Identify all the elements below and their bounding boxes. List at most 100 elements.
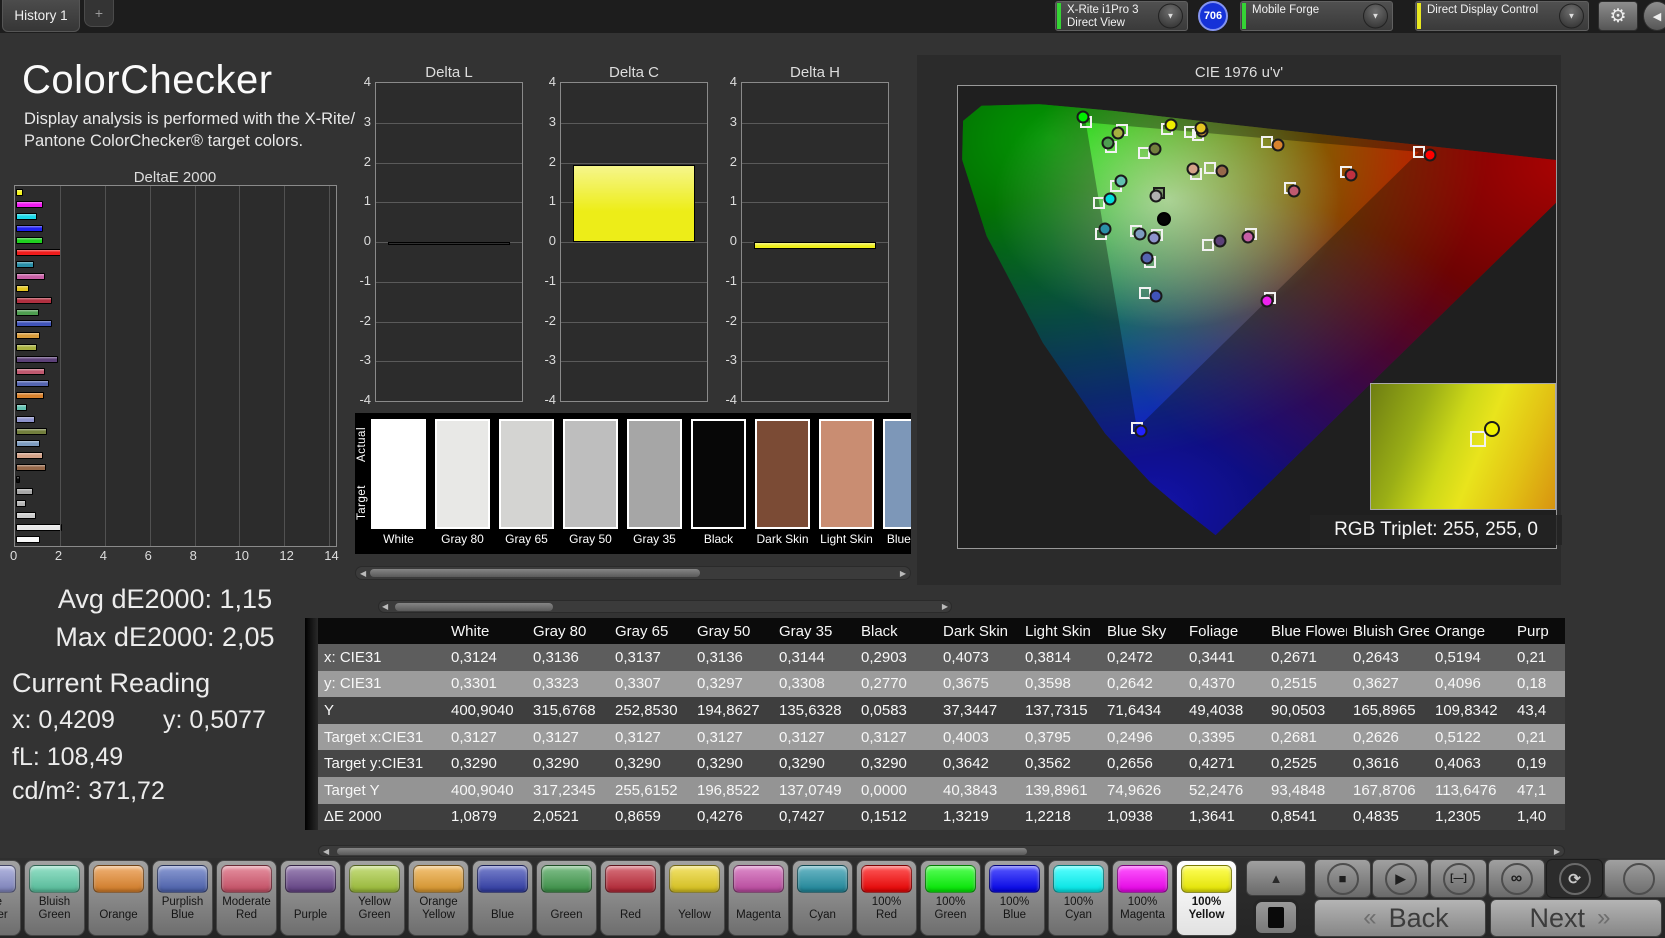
table-cell: 74,9626	[1107, 781, 1162, 799]
scroll-right-icon[interactable]: ▶	[942, 601, 948, 613]
pattern-button-yellow-green[interactable]: Yellow Green	[344, 860, 405, 936]
max-de2000: Max dE2000: 2,05	[55, 622, 275, 652]
meter-dropdown[interactable]: X-Rite i1Pro 3 Direct View ▼	[1055, 1, 1188, 31]
table-cell: 0,4073	[943, 648, 989, 666]
reading-count-badge[interactable]: 706	[1198, 1, 1228, 31]
pattern-button-100--magenta[interactable]: 100% Magenta	[1112, 860, 1173, 936]
table-column-header: White	[451, 622, 490, 640]
deltae-bar	[16, 200, 44, 208]
source-dropdown[interactable]: Mobile Forge ▼	[1240, 1, 1393, 31]
delta-y-tick: 1	[729, 193, 737, 209]
chevron-down-icon[interactable]: ▼	[1363, 3, 1388, 29]
pattern-button-blue-flower[interactable]: BlueFlower	[0, 860, 21, 936]
pattern-button-bluish-green[interactable]: Bluish Green	[24, 860, 85, 936]
pattern-color-chip	[669, 865, 720, 893]
stop-button[interactable]: ■	[1314, 859, 1371, 898]
table-cell: 0,4003	[943, 728, 989, 746]
table-column-header: Gray 65	[615, 622, 669, 640]
pattern-color-chip	[157, 865, 208, 893]
table-bottom-scroll-thumb[interactable]	[337, 848, 1027, 855]
table-column-header: Dark Skin	[943, 622, 1009, 640]
pattern-button-orange-yellow[interactable]: Orange Yellow	[408, 860, 469, 936]
pattern-color-chip	[605, 865, 656, 893]
new-tab-button[interactable]: +	[84, 0, 114, 27]
cie-measured-circle	[1215, 164, 1229, 178]
delta-gridline	[376, 321, 522, 323]
delta-y-tick: 4	[363, 74, 371, 89]
deltae-gridline	[194, 186, 196, 546]
top-bar: History 1 + X-Rite i1Pro 3 Direct View ▼…	[0, 0, 1665, 33]
scroll-right-icon[interactable]: ▶	[900, 567, 906, 580]
chevron-down-icon[interactable]: ▼	[1559, 3, 1584, 29]
continuous-read-button[interactable]: ∞	[1488, 859, 1545, 898]
swatch-label: Gray 35	[633, 532, 676, 546]
display-pattern-window-button[interactable]	[1253, 899, 1299, 936]
pattern-button-purplish-blue[interactable]: Purplish Blue	[152, 860, 213, 936]
cie-measured-circle	[1149, 189, 1163, 203]
delta-y-tick: -3	[544, 352, 556, 368]
pattern-button-100--red[interactable]: 100% Red	[856, 860, 917, 936]
scroll-left-icon[interactable]: ◀	[323, 846, 329, 857]
table-cell: 113,6476	[1435, 781, 1497, 799]
delta-value-bar	[572, 165, 696, 242]
pattern-button-100--cyan[interactable]: 100% Cyan	[1048, 860, 1109, 936]
pattern-button-blue[interactable]: Blue	[472, 860, 533, 936]
pattern-button-moderate-red[interactable]: Moderate Red	[216, 860, 277, 936]
swatch-color	[435, 419, 490, 529]
table-top-scroll-thumb[interactable]	[395, 603, 553, 611]
table-cell: 90,0503	[1271, 701, 1326, 719]
play-button[interactable]: ▶	[1372, 859, 1429, 898]
swatch-gray-80: Gray 80	[435, 419, 490, 546]
pattern-button-yellow[interactable]: Yellow	[664, 860, 725, 936]
play-icon: ▶	[1395, 870, 1406, 886]
table-cell: 0,4063	[1435, 755, 1481, 773]
pattern-button-red[interactable]: Red	[600, 860, 661, 936]
scroll-left-icon[interactable]: ◀	[360, 567, 366, 580]
cie-measured-circle	[1101, 136, 1115, 150]
pattern-button-cyan[interactable]: Cyan	[792, 860, 853, 936]
settings-button[interactable]: ⚙	[1598, 1, 1638, 31]
pattern-button-green[interactable]: Green	[536, 860, 597, 936]
scroll-right-icon[interactable]: ▶	[1554, 846, 1560, 857]
window-pattern-button[interactable]: [—]	[1430, 859, 1487, 898]
table-cell: 0,2671	[1271, 648, 1317, 666]
swatch-scrollbar[interactable]: ◀ ▶	[355, 566, 911, 580]
collapse-panel-button[interactable]: ◀	[1643, 1, 1665, 31]
tab-history-1[interactable]: History 1	[2, 0, 80, 32]
pattern-button-100--green[interactable]: 100% Green	[920, 860, 981, 936]
deltae-gridline	[149, 186, 151, 546]
pattern-button-100--blue[interactable]: 100% Blue	[984, 860, 1045, 936]
swatch-black: Black	[691, 419, 746, 546]
refresh-button[interactable]: ⟳	[1546, 859, 1603, 898]
next-button[interactable]: Next »	[1490, 899, 1662, 937]
table-cell: 2,0521	[533, 808, 579, 826]
pattern-button-label: 100% Green	[934, 896, 967, 921]
pattern-list-up-button[interactable]: ▲	[1246, 860, 1306, 896]
deltae-bar	[16, 487, 33, 495]
table-cell: 400,9040	[451, 701, 514, 719]
table-gutter	[305, 803, 318, 831]
extra-transport-button[interactable]	[1604, 859, 1665, 898]
pattern-button-orange[interactable]: Orange	[88, 860, 149, 936]
scroll-left-icon[interactable]: ◀	[382, 601, 388, 613]
pattern-button-purple[interactable]: Purple	[280, 860, 341, 936]
table-cell: 0,2656	[1107, 755, 1153, 773]
swatch-gray-50: Gray 50	[563, 419, 618, 546]
table-top-scrollbar[interactable]: ◀ ▶	[378, 600, 952, 613]
delta-y-tick: -2	[544, 312, 556, 328]
back-button[interactable]: « Back	[1314, 899, 1486, 937]
pattern-button-100--yellow[interactable]: 100% Yellow	[1176, 860, 1237, 936]
actual-target-swatch-strip: Actual Target White Gray 80 Gray 65 Gray 50…	[355, 413, 911, 554]
deltae-x-tick: 8	[189, 548, 197, 563]
table-cell: 71,6434	[1107, 701, 1162, 719]
delta-gridline	[561, 242, 707, 243]
table-cell: 0,2472	[1107, 648, 1153, 666]
swatch-scroll-thumb[interactable]	[370, 569, 700, 577]
delta-h-title: Delta H	[789, 64, 841, 81]
workflow-dropdown[interactable]: Direct Display Control ▼	[1415, 1, 1589, 31]
pattern-button-magenta[interactable]: Magenta	[728, 860, 789, 936]
table-bottom-scrollbar[interactable]: ◀ ▶	[318, 845, 1565, 857]
chevron-down-icon[interactable]: ▼	[1158, 3, 1183, 29]
table-cell: 0,2642	[1107, 675, 1153, 693]
table-cell: 0,21	[1517, 728, 1547, 746]
